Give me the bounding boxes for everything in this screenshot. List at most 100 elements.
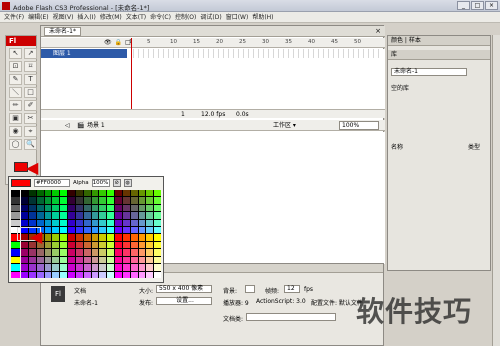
color-swatch[interactable] — [44, 212, 52, 219]
color-swatch[interactable] — [83, 264, 91, 271]
color-swatch[interactable] — [138, 227, 146, 234]
color-swatch[interactable] — [122, 234, 130, 241]
color-swatch[interactable] — [99, 271, 107, 278]
color-swatch[interactable] — [154, 227, 161, 234]
color-swatch[interactable] — [68, 212, 75, 219]
line-tool-icon[interactable]: ＼ — [9, 87, 22, 98]
color-swatch[interactable] — [115, 271, 122, 278]
color-swatch[interactable] — [130, 219, 138, 227]
color-swatch[interactable] — [60, 227, 67, 234]
color-swatch[interactable] — [146, 241, 154, 249]
subselection-tool-icon[interactable]: ↗ — [24, 48, 37, 59]
color-swatch[interactable] — [91, 190, 99, 197]
color-swatch[interactable] — [11, 190, 20, 197]
color-swatch[interactable] — [154, 271, 161, 278]
color-swatch[interactable] — [36, 197, 44, 204]
color-swatch[interactable] — [11, 197, 20, 204]
scene-name[interactable]: 场景 1 — [87, 120, 105, 131]
color-swatch[interactable] — [44, 241, 52, 249]
color-swatch[interactable] — [52, 227, 60, 234]
color-swatch[interactable] — [91, 227, 99, 234]
alpha-input[interactable]: 100% — [91, 179, 110, 187]
color-swatch[interactable] — [52, 241, 60, 249]
color-swatch[interactable] — [122, 264, 130, 271]
color-swatch[interactable] — [138, 271, 146, 278]
zoom-tool-icon[interactable]: 🔍 — [24, 139, 37, 150]
layer-row[interactable]: 图层 1 — [41, 49, 385, 58]
color-swatch[interactable] — [52, 234, 60, 241]
color-swatch[interactable] — [75, 234, 83, 241]
color-swatch[interactable] — [115, 204, 122, 212]
maximize-button[interactable]: □ — [471, 1, 484, 10]
color-swatch[interactable] — [75, 241, 83, 249]
ink-bottle-icon[interactable]: ▣ — [9, 113, 22, 124]
color-swatch[interactable] — [75, 197, 83, 204]
color-swatch[interactable] — [21, 190, 28, 197]
color-swatch[interactable] — [75, 212, 83, 219]
color-swatch[interactable] — [91, 249, 99, 256]
color-swatch[interactable] — [99, 190, 107, 197]
color-swatch[interactable] — [28, 219, 36, 227]
color-swatch[interactable] — [44, 197, 52, 204]
color-swatch[interactable] — [36, 219, 44, 227]
color-swatch[interactable] — [138, 190, 146, 197]
color-swatch[interactable] — [68, 190, 75, 197]
color-swatch[interactable] — [107, 197, 114, 204]
color-swatch[interactable] — [83, 204, 91, 212]
hand-tool-icon[interactable]: ⌖ — [24, 126, 37, 137]
color-swatch[interactable] — [11, 271, 20, 278]
color-swatch[interactable] — [83, 219, 91, 227]
color-swatch[interactable] — [154, 197, 161, 204]
frame-strip[interactable] — [129, 49, 379, 58]
library-panel-header[interactable]: 库 — [388, 50, 490, 60]
color-swatch[interactable] — [83, 271, 91, 278]
color-swatch[interactable] — [83, 256, 91, 264]
color-swatch[interactable] — [75, 271, 83, 278]
color-swatch[interactable] — [115, 190, 122, 197]
color-swatch[interactable] — [122, 197, 130, 204]
color-swatch[interactable] — [115, 219, 122, 227]
color-swatch[interactable] — [11, 219, 20, 227]
color-swatch[interactable] — [60, 219, 67, 227]
library-doc-select[interactable]: 未命名-1 — [391, 68, 467, 76]
color-swatch[interactable] — [130, 227, 138, 234]
color-swatch[interactable] — [115, 234, 122, 241]
color-swatch[interactable] — [138, 212, 146, 219]
menu-control[interactable]: 控制(O) — [175, 12, 196, 22]
color-swatch[interactable] — [107, 212, 114, 219]
color-swatch[interactable] — [11, 204, 20, 212]
color-swatch[interactable] — [130, 197, 138, 204]
color-swatch[interactable] — [21, 204, 28, 212]
color-swatch[interactable] — [52, 249, 60, 256]
color-swatch[interactable] — [28, 256, 36, 264]
color-swatch[interactable] — [115, 227, 122, 234]
zoom-select[interactable]: 100% — [339, 121, 379, 130]
menu-text[interactable]: 文本(T) — [126, 12, 146, 22]
color-swatch[interactable] — [28, 190, 36, 197]
color-swatch[interactable] — [83, 212, 91, 219]
color-swatch[interactable] — [68, 271, 75, 278]
color-swatch[interactable] — [75, 227, 83, 234]
color-swatch[interactable] — [60, 190, 67, 197]
settings-button[interactable]: 设置... — [156, 297, 212, 305]
color-swatch[interactable] — [138, 256, 146, 264]
color-swatch[interactable] — [52, 264, 60, 271]
menu-file[interactable]: 文件(F) — [4, 12, 24, 22]
color-swatch[interactable] — [36, 204, 44, 212]
color-swatch[interactable] — [138, 219, 146, 227]
color-swatch[interactable] — [99, 234, 107, 241]
color-swatch[interactable] — [91, 197, 99, 204]
color-swatch[interactable] — [28, 212, 36, 219]
color-swatch[interactable] — [107, 227, 114, 234]
color-swatch[interactable] — [154, 190, 161, 197]
color-swatch[interactable] — [107, 256, 114, 264]
color-swatch[interactable] — [130, 249, 138, 256]
color-swatch[interactable] — [83, 241, 91, 249]
color-swatch[interactable] — [115, 256, 122, 264]
color-swatch[interactable] — [44, 227, 52, 234]
color-swatch[interactable] — [122, 219, 130, 227]
color-swatch[interactable] — [52, 204, 60, 212]
color-swatch[interactable] — [60, 271, 67, 278]
brush-tool-icon[interactable]: ✐ — [24, 100, 37, 111]
color-swatch[interactable] — [122, 190, 130, 197]
